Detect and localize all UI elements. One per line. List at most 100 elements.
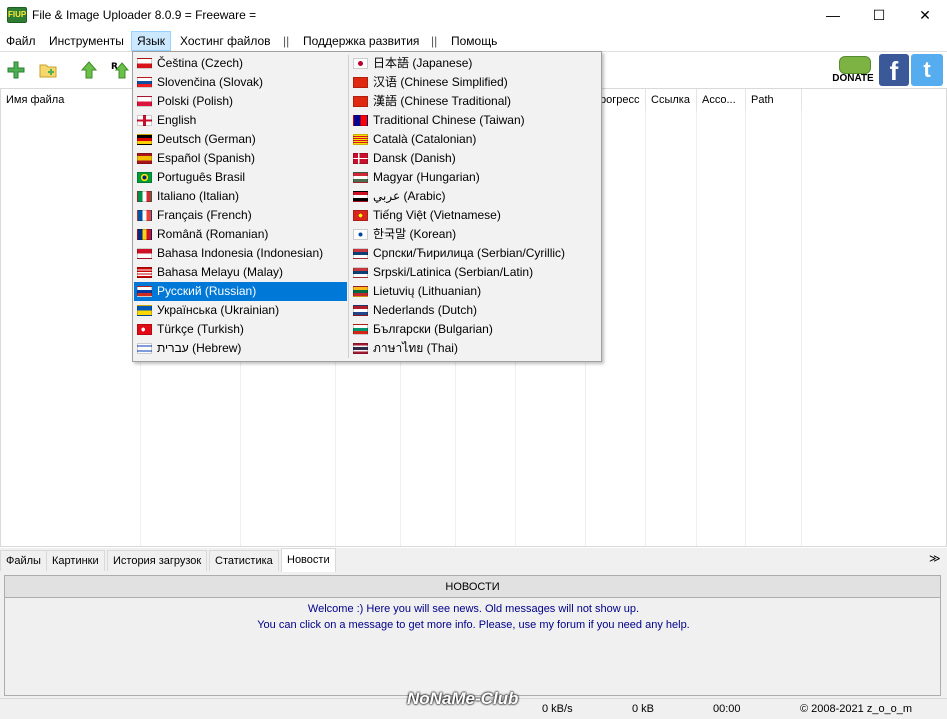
catalan-flag-icon	[353, 134, 368, 145]
language-item-spanish[interactable]: Español (Spanish)	[134, 149, 347, 168]
language-item-chinese[interactable]: 漢語 (Chinese Traditional)	[350, 92, 599, 111]
french-flag-icon	[137, 210, 152, 221]
language-item-hungarian[interactable]: Magyar (Hungarian)	[350, 168, 599, 187]
language-item-bulgarian[interactable]: Български (Bulgarian)	[350, 320, 599, 339]
menu-language[interactable]: Язык	[131, 31, 172, 51]
language-item-czech[interactable]: Čeština (Czech)	[134, 54, 347, 73]
language-item-english[interactable]: English	[134, 111, 347, 130]
tab-news[interactable]: Новости	[281, 548, 336, 572]
language-item-malay[interactable]: Bahasa Melayu (Malay)	[134, 263, 347, 282]
news-area[interactable]: Welcome :) Here you will see news. Old m…	[4, 598, 941, 696]
taiwan-flag-icon	[353, 115, 368, 126]
language-item-russian[interactable]: Русский (Russian)	[134, 282, 347, 301]
language-item-german[interactable]: Deutsch (German)	[134, 130, 347, 149]
language-item-catalan[interactable]: Català (Catalonian)	[350, 130, 599, 149]
danish-flag-icon	[353, 153, 368, 164]
tab-images[interactable]: Картинки	[46, 550, 105, 571]
language-item-chinese[interactable]: 汉语 (Chinese Simplified)	[350, 73, 599, 92]
tab-statistics[interactable]: Статистика	[209, 550, 279, 571]
language-label: Türkçe (Turkish)	[157, 322, 244, 336]
status-copyright: © 2008-2021 z_o_o_m	[800, 703, 913, 715]
russian-flag-icon	[137, 286, 152, 297]
watermark: NoNaMe-Club	[407, 689, 519, 708]
language-item-indonesian[interactable]: Bahasa Indonesia (Indonesian)	[134, 244, 347, 263]
column-header-link[interactable]: Ссылка	[646, 89, 697, 111]
language-item-arabic[interactable]: عربي (Arabic)	[350, 187, 599, 206]
upload-resume-icon[interactable]: R	[110, 60, 130, 80]
column-header-filename[interactable]: Имя файла	[1, 89, 141, 111]
bottom-panel: Файлы Картинки История загрузок Статисти…	[0, 548, 947, 698]
language-label: Slovenčina (Slovak)	[157, 75, 264, 89]
language-item-slovak[interactable]: Slovenčina (Slovak)	[134, 73, 347, 92]
add-folder-icon[interactable]	[38, 60, 58, 80]
language-item-turkish[interactable]: Türkçe (Turkish)	[134, 320, 347, 339]
language-item-brazil[interactable]: Português Brasil	[134, 168, 347, 187]
window-title: File & Image Uploader 8.0.9 = Freeware =	[32, 8, 257, 22]
menu-tools[interactable]: Инструменты	[44, 31, 129, 51]
language-item-polish[interactable]: Polski (Polish)	[134, 92, 347, 111]
language-item-italian[interactable]: Italiano (Italian)	[134, 187, 347, 206]
spanish-flag-icon	[137, 153, 152, 164]
language-label: Српски/Ћирилица (Serbian/Cyrillic)	[373, 246, 566, 260]
tab-files[interactable]: Файлы	[0, 550, 47, 571]
language-item-korean[interactable]: 한국말 (Korean)	[350, 225, 599, 244]
news-button[interactable]: НОВОСТИ	[4, 575, 941, 598]
close-button[interactable]: ✕	[902, 0, 947, 31]
arabic-flag-icon	[353, 191, 368, 202]
column-divider	[696, 111, 697, 546]
menu-support[interactable]: Поддержка развития	[298, 31, 424, 51]
twitter-icon[interactable]: t	[911, 54, 943, 86]
menu-help[interactable]: Помощь	[446, 31, 502, 51]
language-label: Dansk (Danish)	[373, 151, 456, 165]
language-label: Traditional Chinese (Taiwan)	[373, 113, 525, 127]
language-item-vietnamese[interactable]: Tiếng Việt (Vietnamese)	[350, 206, 599, 225]
serbian-flag-icon	[353, 267, 368, 278]
language-item-japanese[interactable]: 日本語 (Japanese)	[350, 54, 599, 73]
column-header-path[interactable]: Path	[746, 89, 802, 111]
language-item-serbian[interactable]: Srpski/Latinica (Serbian/Latin)	[350, 263, 599, 282]
menu-file[interactable]: Файл	[1, 31, 41, 51]
news-message[interactable]: Welcome :) Here you will see news. Old m…	[5, 603, 942, 615]
language-item-lithuanian[interactable]: Lietuvių (Lithuanian)	[350, 282, 599, 301]
language-item-serbian[interactable]: Српски/Ћирилица (Serbian/Cyrillic)	[350, 244, 599, 263]
italian-flag-icon	[137, 191, 152, 202]
language-label: Français (French)	[157, 208, 252, 222]
language-label: Nederlands (Dutch)	[373, 303, 478, 317]
turkish-flag-icon	[137, 324, 152, 335]
column-divider	[645, 111, 646, 546]
add-file-icon[interactable]	[6, 60, 26, 80]
language-item-romanian[interactable]: Română (Romanian)	[134, 225, 347, 244]
language-label: عربي (Arabic)	[373, 189, 446, 203]
language-menu[interactable]: Čeština (Czech) Slovenčina (Slovak) Polski…	[132, 51, 602, 362]
facebook-icon[interactable]: f	[879, 54, 909, 86]
upload-arrow-icon[interactable]	[79, 60, 99, 80]
language-item-taiwan[interactable]: Traditional Chinese (Taiwan)	[350, 111, 599, 130]
language-item-danish[interactable]: Dansk (Danish)	[350, 149, 599, 168]
language-item-ukrainian[interactable]: Українська (Ukrainian)	[134, 301, 347, 320]
language-label: 日本語 (Japanese)	[373, 56, 473, 70]
language-item-hebrew[interactable]: עברית (Hebrew)	[134, 339, 347, 358]
status-speed: 0 kB/s	[542, 703, 573, 715]
ukrainian-flag-icon	[137, 305, 152, 316]
column-header-account[interactable]: Acco...	[697, 89, 746, 111]
collapse-panel-icon[interactable]: ≫	[929, 552, 941, 565]
news-message[interactable]: You can click on a message to get more i…	[5, 619, 942, 631]
menu-file-hosting[interactable]: Хостинг файлов	[175, 31, 276, 51]
tab-upload-history[interactable]: История загрузок	[107, 550, 208, 571]
minimize-button[interactable]: —	[810, 0, 856, 31]
maximize-button[interactable]: ☐	[856, 0, 902, 31]
bulgarian-flag-icon	[353, 324, 368, 335]
thai-flag-icon	[353, 343, 368, 354]
language-label: עברית (Hebrew)	[157, 341, 242, 355]
language-item-thai[interactable]: ภาษาไทย (Thai)	[350, 339, 599, 358]
language-label: 漢語 (Chinese Traditional)	[373, 94, 512, 108]
language-label: 한국말 (Korean)	[373, 227, 457, 241]
indonesian-flag-icon	[137, 248, 152, 259]
donate-button[interactable]: DONATE	[829, 56, 877, 86]
chinese-flag-icon	[353, 77, 368, 88]
romanian-flag-icon	[137, 229, 152, 240]
dutch-flag-icon	[353, 305, 368, 316]
lithuanian-flag-icon	[353, 286, 368, 297]
language-item-french[interactable]: Français (French)	[134, 206, 347, 225]
language-item-dutch[interactable]: Nederlands (Dutch)	[350, 301, 599, 320]
